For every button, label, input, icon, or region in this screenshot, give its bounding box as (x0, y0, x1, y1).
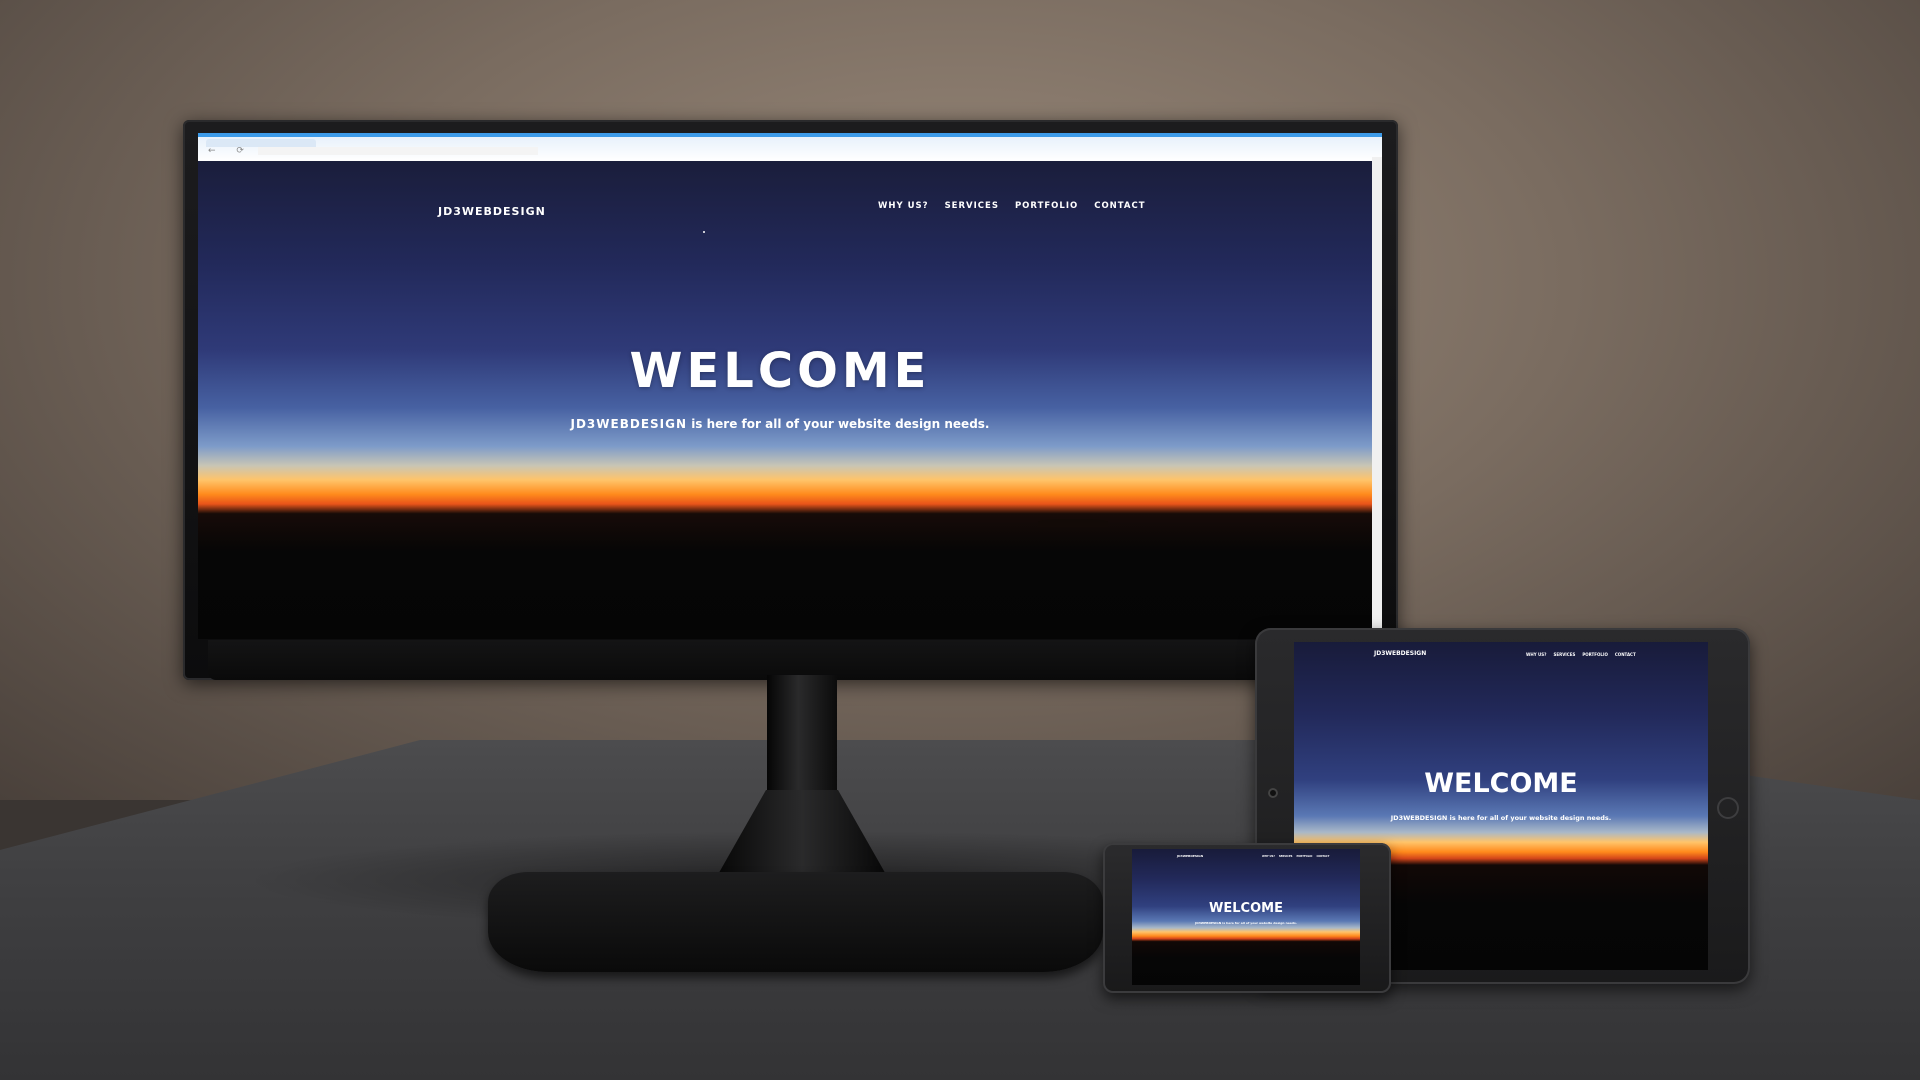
phone-hero-headline: WELCOME (1209, 901, 1283, 916)
phone-nav-portfolio[interactable]: PORTFOLIO (1296, 855, 1312, 858)
nav-why-us[interactable]: WHY US? (878, 201, 929, 211)
browser-nav-buttons: ← ⟳ (208, 146, 244, 156)
hero-headline: WELCOME (629, 343, 931, 399)
phone-nav-why-us[interactable]: WHY US? (1262, 855, 1275, 858)
nav-portfolio[interactable]: PORTFOLIO (1015, 201, 1078, 211)
tablet-camera-icon (1268, 788, 1278, 798)
phone-screen: JD3WEBDESIGN WHY US? SERVICES PORTFOLIO … (1132, 849, 1360, 985)
tablet-tagline-text: is here for all of your website design n… (1447, 814, 1612, 822)
phone-nav-services[interactable]: SERVICES (1279, 855, 1293, 858)
hero-background: JD3WEBDESIGN WHY US? SERVICES PORTFOLIO … (198, 157, 1372, 639)
star (703, 231, 705, 233)
refresh-icon[interactable]: ⟳ (236, 146, 244, 156)
phone-site-logo[interactable]: JD3WEBDESIGN (1177, 854, 1203, 858)
hero-tagline: JD3WEBDESIGN is here for all of your web… (198, 417, 1362, 431)
product-mockup-scene: JD3WEBDESIGN WHY US? SERVICES PORTFOLIO … (0, 0, 1920, 1080)
tagline-brand: JD3WEBDESIGN (570, 417, 688, 431)
tablet-tagline-brand: JD3WEBDESIGN (1390, 814, 1448, 822)
phone-tagline-brand: JD3WEBDESIGN (1195, 921, 1222, 925)
monitor-stand-base (488, 872, 1103, 972)
tablet-home-button (1717, 797, 1739, 819)
nav-services[interactable]: SERVICES (945, 201, 999, 211)
tablet-nav-portfolio[interactable]: PORTFOLIO (1582, 652, 1608, 657)
nav-contact[interactable]: CONTACT (1094, 201, 1145, 211)
site-nav: WHY US? SERVICES PORTFOLIO CONTACT (878, 201, 1146, 211)
tablet-nav-why-us[interactable]: WHY US? (1526, 652, 1547, 657)
tagline-text: is here for all of your website design n… (687, 417, 990, 431)
tablet-nav-contact[interactable]: CONTACT (1615, 652, 1636, 657)
site-logo[interactable]: JD3WEBDESIGN (438, 205, 546, 218)
tablet-hero-headline: WELCOME (1424, 768, 1578, 799)
monitor-bezel-bottom (208, 640, 1378, 680)
phone-hero-background: JD3WEBDESIGN WHY US? SERVICES PORTFOLIO … (1132, 849, 1360, 985)
phone-hero-tagline: JD3WEBDESIGN is here for all of your web… (1132, 921, 1360, 925)
browser-scrollbar[interactable] (1372, 157, 1382, 639)
horizon-rock (1038, 519, 1108, 527)
phone-nav-contact[interactable]: CONTACT (1316, 855, 1329, 858)
tablet-hero-tagline: JD3WEBDESIGN is here for all of your web… (1294, 814, 1708, 822)
phone-site-nav: WHY US? SERVICES PORTFOLIO CONTACT (1262, 855, 1329, 858)
tablet-site-logo[interactable]: JD3WEBDESIGN (1374, 650, 1426, 657)
phone-tagline-text: is here for all of your website design n… (1221, 921, 1297, 925)
address-bar[interactable] (258, 147, 538, 155)
tablet-nav-services[interactable]: SERVICES (1554, 652, 1576, 657)
back-icon[interactable]: ← (208, 146, 216, 156)
tablet-site-nav: WHY US? SERVICES PORTFOLIO CONTACT (1526, 652, 1636, 657)
browser-toolbar: ← ⟳ (198, 133, 1382, 161)
monitor-screen: JD3WEBDESIGN WHY US? SERVICES PORTFOLIO … (198, 133, 1382, 639)
